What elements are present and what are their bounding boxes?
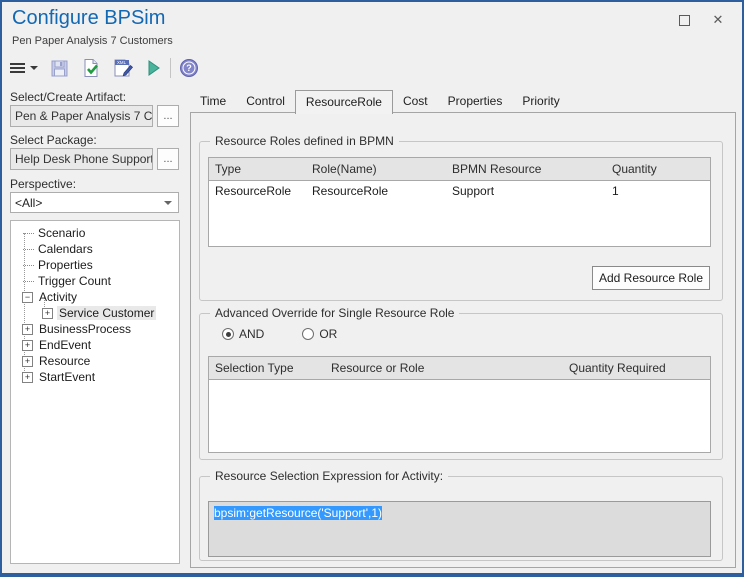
table-header: Selection Type Resource or Role Quantity… — [209, 357, 710, 380]
artifact-label: Select/Create Artifact: — [10, 90, 126, 104]
configure-bpsim-dialog: Configure BPSim Pen Paper Analysis 7 Cus… — [0, 0, 744, 577]
tab-properties[interactable]: Properties — [438, 90, 513, 113]
scenario-subtitle: Pen Paper Analysis 7 Customers — [12, 35, 173, 47]
column-header-type[interactable]: Type — [209, 158, 306, 180]
validate-button[interactable] — [81, 56, 101, 80]
and-radio[interactable] — [222, 328, 234, 340]
package-label: Select Package: — [10, 133, 97, 147]
artifact-field[interactable]: Pen & Paper Analysis 7 Cus — [10, 105, 153, 127]
perspective-value: <All> — [15, 196, 42, 210]
and-radio-label: AND — [239, 327, 264, 341]
tree-item-activity[interactable]: − Activity — [11, 289, 179, 305]
tree-item-endevent[interactable]: + EndEvent — [11, 337, 179, 353]
bpsim-config-tree[interactable]: Scenario Calendars Properties Trigger Co… — [10, 220, 180, 564]
edit-xml-icon: XML — [113, 58, 134, 78]
package-browse-button[interactable]: ... — [157, 148, 179, 170]
tree-item-resource[interactable]: + Resource — [11, 353, 179, 369]
svg-text:XML: XML — [117, 60, 127, 65]
operator-radio-group: AND OR — [222, 327, 337, 341]
or-radio-label: OR — [319, 327, 337, 341]
artifact-browse-button[interactable]: ... — [157, 105, 179, 127]
cell-role-name: ResourceRole — [306, 181, 446, 201]
column-header-bpmn-resource[interactable]: BPMN Resource — [446, 158, 606, 180]
column-header-quantity[interactable]: Quantity — [606, 158, 710, 180]
tree-item-calendars[interactable]: Calendars — [11, 241, 179, 257]
tree-item-scenario[interactable]: Scenario — [11, 225, 179, 241]
run-simulation-button[interactable] — [146, 56, 162, 80]
column-header-resource-or-role[interactable]: Resource or Role — [325, 357, 563, 379]
column-header-selection-type[interactable]: Selection Type — [209, 357, 325, 379]
run-icon — [146, 59, 162, 77]
toolbar-separator — [170, 58, 171, 78]
help-icon: ? — [179, 58, 199, 78]
tab-resourcerole[interactable]: ResourceRole — [295, 90, 393, 114]
resource-roles-group: Resource Roles defined in BPMN Type Role… — [199, 141, 723, 301]
column-header-quantity-required[interactable]: Quantity Required — [563, 357, 710, 379]
expand-icon[interactable]: + — [22, 372, 33, 383]
chevron-down-icon — [30, 66, 38, 70]
collapse-icon[interactable]: − — [22, 292, 33, 303]
override-table[interactable]: Selection Type Resource or Role Quantity… — [208, 356, 711, 453]
perspective-dropdown[interactable]: <All> — [10, 192, 179, 213]
chevron-down-icon — [164, 201, 172, 205]
menu-button[interactable] — [10, 56, 38, 80]
expression-selected-text: bpsim:getResource('Support',1) — [214, 506, 382, 520]
expand-icon[interactable]: + — [22, 324, 33, 335]
edit-xml-button[interactable]: XML — [113, 56, 134, 80]
help-button[interactable]: ? — [179, 56, 199, 80]
expand-icon[interactable]: + — [22, 356, 33, 367]
tree-item-service-customer[interactable]: + Service Customer — [11, 305, 179, 321]
svg-text:?: ? — [186, 63, 192, 73]
advanced-override-group-title: Advanced Override for Single Resource Ro… — [210, 306, 459, 320]
column-header-role-name[interactable]: Role(Name) — [306, 158, 446, 180]
or-radio[interactable] — [302, 328, 314, 340]
tab-control[interactable]: Control — [236, 90, 295, 113]
config-tabs: Time Control ResourceRole Cost Propertie… — [190, 90, 570, 113]
tree-item-startevent[interactable]: + StartEvent — [11, 369, 179, 385]
validate-icon — [81, 58, 101, 78]
tree-item-businessprocess[interactable]: + BusinessProcess — [11, 321, 179, 337]
cell-type: ResourceRole — [209, 181, 306, 201]
resource-roles-table[interactable]: Type Role(Name) BPMN Resource Quantity R… — [208, 157, 711, 247]
save-button[interactable] — [50, 56, 69, 80]
tab-cost[interactable]: Cost — [393, 90, 438, 113]
maximize-button[interactable] — [674, 11, 694, 29]
tab-priority[interactable]: Priority — [512, 90, 569, 113]
menu-icon — [10, 61, 25, 75]
expression-group-title: Resource Selection Expression for Activi… — [210, 469, 448, 483]
expand-icon[interactable]: + — [22, 340, 33, 351]
cell-quantity: 1 — [606, 181, 710, 201]
expand-icon[interactable]: + — [42, 308, 53, 319]
tree-item-trigger-count[interactable]: Trigger Count — [11, 273, 179, 289]
resourcerole-tab-panel: Resource Roles defined in BPMN Type Role… — [190, 112, 736, 568]
perspective-label: Perspective: — [10, 177, 76, 191]
resource-roles-group-title: Resource Roles defined in BPMN — [210, 134, 399, 148]
package-field[interactable]: Help Desk Phone Support Si — [10, 148, 153, 170]
table-header: Type Role(Name) BPMN Resource Quantity — [209, 158, 710, 181]
page-title: Configure BPSim — [12, 7, 165, 30]
maximize-icon — [679, 15, 690, 26]
expression-group: Resource Selection Expression for Activi… — [199, 476, 723, 561]
advanced-override-group: Advanced Override for Single Resource Ro… — [199, 313, 723, 460]
expression-textarea[interactable]: bpsim:getResource('Support',1) — [208, 501, 711, 557]
save-icon — [50, 59, 69, 78]
table-row[interactable]: ResourceRole ResourceRole Support 1 — [209, 181, 710, 201]
tab-time[interactable]: Time — [190, 90, 236, 113]
toolbar: XML ? — [10, 54, 199, 82]
add-resource-role-button[interactable]: Add Resource Role — [592, 266, 710, 290]
cell-bpmn-resource: Support — [446, 181, 606, 201]
close-button[interactable]: ✕ — [708, 11, 728, 29]
tree-item-properties[interactable]: Properties — [11, 257, 179, 273]
